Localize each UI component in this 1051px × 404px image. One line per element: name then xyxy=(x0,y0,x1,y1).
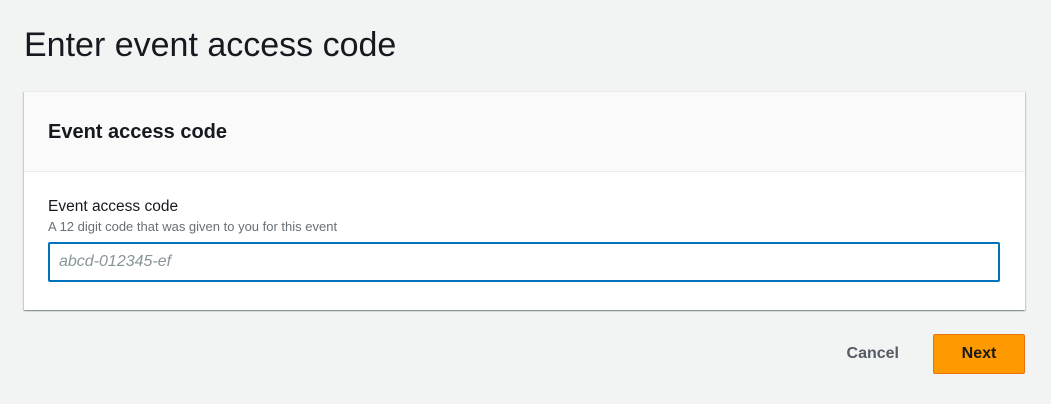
container-body: Event access code A 12 digit code that w… xyxy=(24,172,1025,282)
page-title: Enter event access code xyxy=(24,26,397,64)
page: Enter event access code Event access cod… xyxy=(0,0,1051,404)
access-code-description: A 12 digit code that was given to you fo… xyxy=(48,219,338,234)
container-header: Event access code xyxy=(24,92,1025,172)
access-code-container: Event access code Event access code A 12… xyxy=(24,91,1025,310)
cancel-button[interactable]: Cancel xyxy=(827,334,919,374)
next-button[interactable]: Next xyxy=(933,334,1025,374)
access-code-input[interactable] xyxy=(48,242,1000,282)
form-actions: Cancel Next xyxy=(827,334,1025,374)
access-code-label: Event access code xyxy=(48,198,179,215)
container-header-title: Event access code xyxy=(48,120,227,143)
